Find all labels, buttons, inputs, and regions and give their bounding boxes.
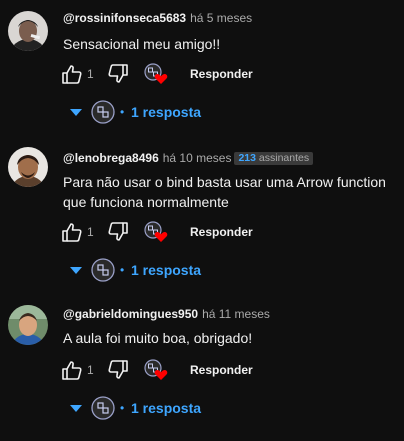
thumbs-up-icon[interactable] xyxy=(60,358,84,382)
separator-dot: • xyxy=(120,263,125,277)
subscriber-badge: 213 assinantes xyxy=(234,152,314,165)
creator-heart-icon xyxy=(143,62,168,86)
chevron-down-icon[interactable] xyxy=(64,396,88,420)
comment-text-line: que funciona normalmente xyxy=(63,194,229,210)
thumbs-down-icon[interactable] xyxy=(106,220,130,244)
replies-count-label[interactable]: 1 resposta xyxy=(131,396,201,420)
comment-time[interactable]: há 11 meses xyxy=(202,307,270,321)
reply-avatar xyxy=(91,258,115,282)
comment-thread: @gabrieldomingues950 há 11 meses A aula f… xyxy=(0,296,404,441)
like-count: 1 xyxy=(87,363,94,377)
separator-dot: • xyxy=(120,105,125,119)
thumbs-down-icon[interactable] xyxy=(106,62,130,86)
comment-text-line: Para não usar o bind basta usar uma Arro… xyxy=(63,174,386,190)
thumbs-up-icon[interactable] xyxy=(60,220,84,244)
comment-author[interactable]: @lenobrega8496 xyxy=(63,151,159,165)
comment-time[interactable]: há 5 meses xyxy=(190,11,252,25)
avatar[interactable] xyxy=(8,305,48,345)
comment-header: @lenobrega8496 há 10 meses 213 assinantes xyxy=(63,150,314,166)
comment-author[interactable]: @rossinifonseca5683 xyxy=(63,11,186,25)
thumbs-down-icon[interactable] xyxy=(106,358,130,382)
subscriber-label: assinantes xyxy=(258,152,310,164)
comment-time[interactable]: há 10 meses xyxy=(163,151,232,165)
reply-avatar xyxy=(91,100,115,124)
comment-text: Para não usar o bind basta usar uma Arro… xyxy=(63,172,398,212)
replies-count-label[interactable]: 1 resposta xyxy=(131,100,201,124)
comment-header: @rossinifonseca5683 há 5 meses xyxy=(63,10,252,26)
reply-button[interactable]: Responder xyxy=(190,220,253,244)
replies-count-label[interactable]: 1 resposta xyxy=(131,258,201,282)
thumbs-up-icon[interactable] xyxy=(60,62,84,86)
separator-dot: • xyxy=(120,401,125,415)
chevron-down-icon[interactable] xyxy=(64,258,88,282)
comment-text: Sensacional meu amigo!! xyxy=(63,36,221,52)
avatar[interactable] xyxy=(8,147,48,187)
comment-text: A aula foi muito boa, obrigado! xyxy=(63,330,253,346)
reply-button[interactable]: Responder xyxy=(190,358,253,382)
creator-heart-icon xyxy=(143,358,168,382)
like-count: 1 xyxy=(87,225,94,239)
chevron-down-icon[interactable] xyxy=(64,100,88,124)
comment-thread: @rossinifonseca5683 há 5 meses Sensaciona… xyxy=(0,0,404,140)
comment-author[interactable]: @gabrieldomingues950 xyxy=(63,307,198,321)
comment-thread: @lenobrega8496 há 10 meses 213 assinantes … xyxy=(0,140,404,296)
reply-avatar xyxy=(91,396,115,420)
subscriber-count: 213 xyxy=(238,152,256,164)
reply-button[interactable]: Responder xyxy=(190,62,253,86)
creator-heart-icon xyxy=(143,220,168,244)
comment-header: @gabrieldomingues950 há 11 meses xyxy=(63,306,270,322)
like-count: 1 xyxy=(87,67,94,81)
avatar[interactable] xyxy=(8,11,48,51)
